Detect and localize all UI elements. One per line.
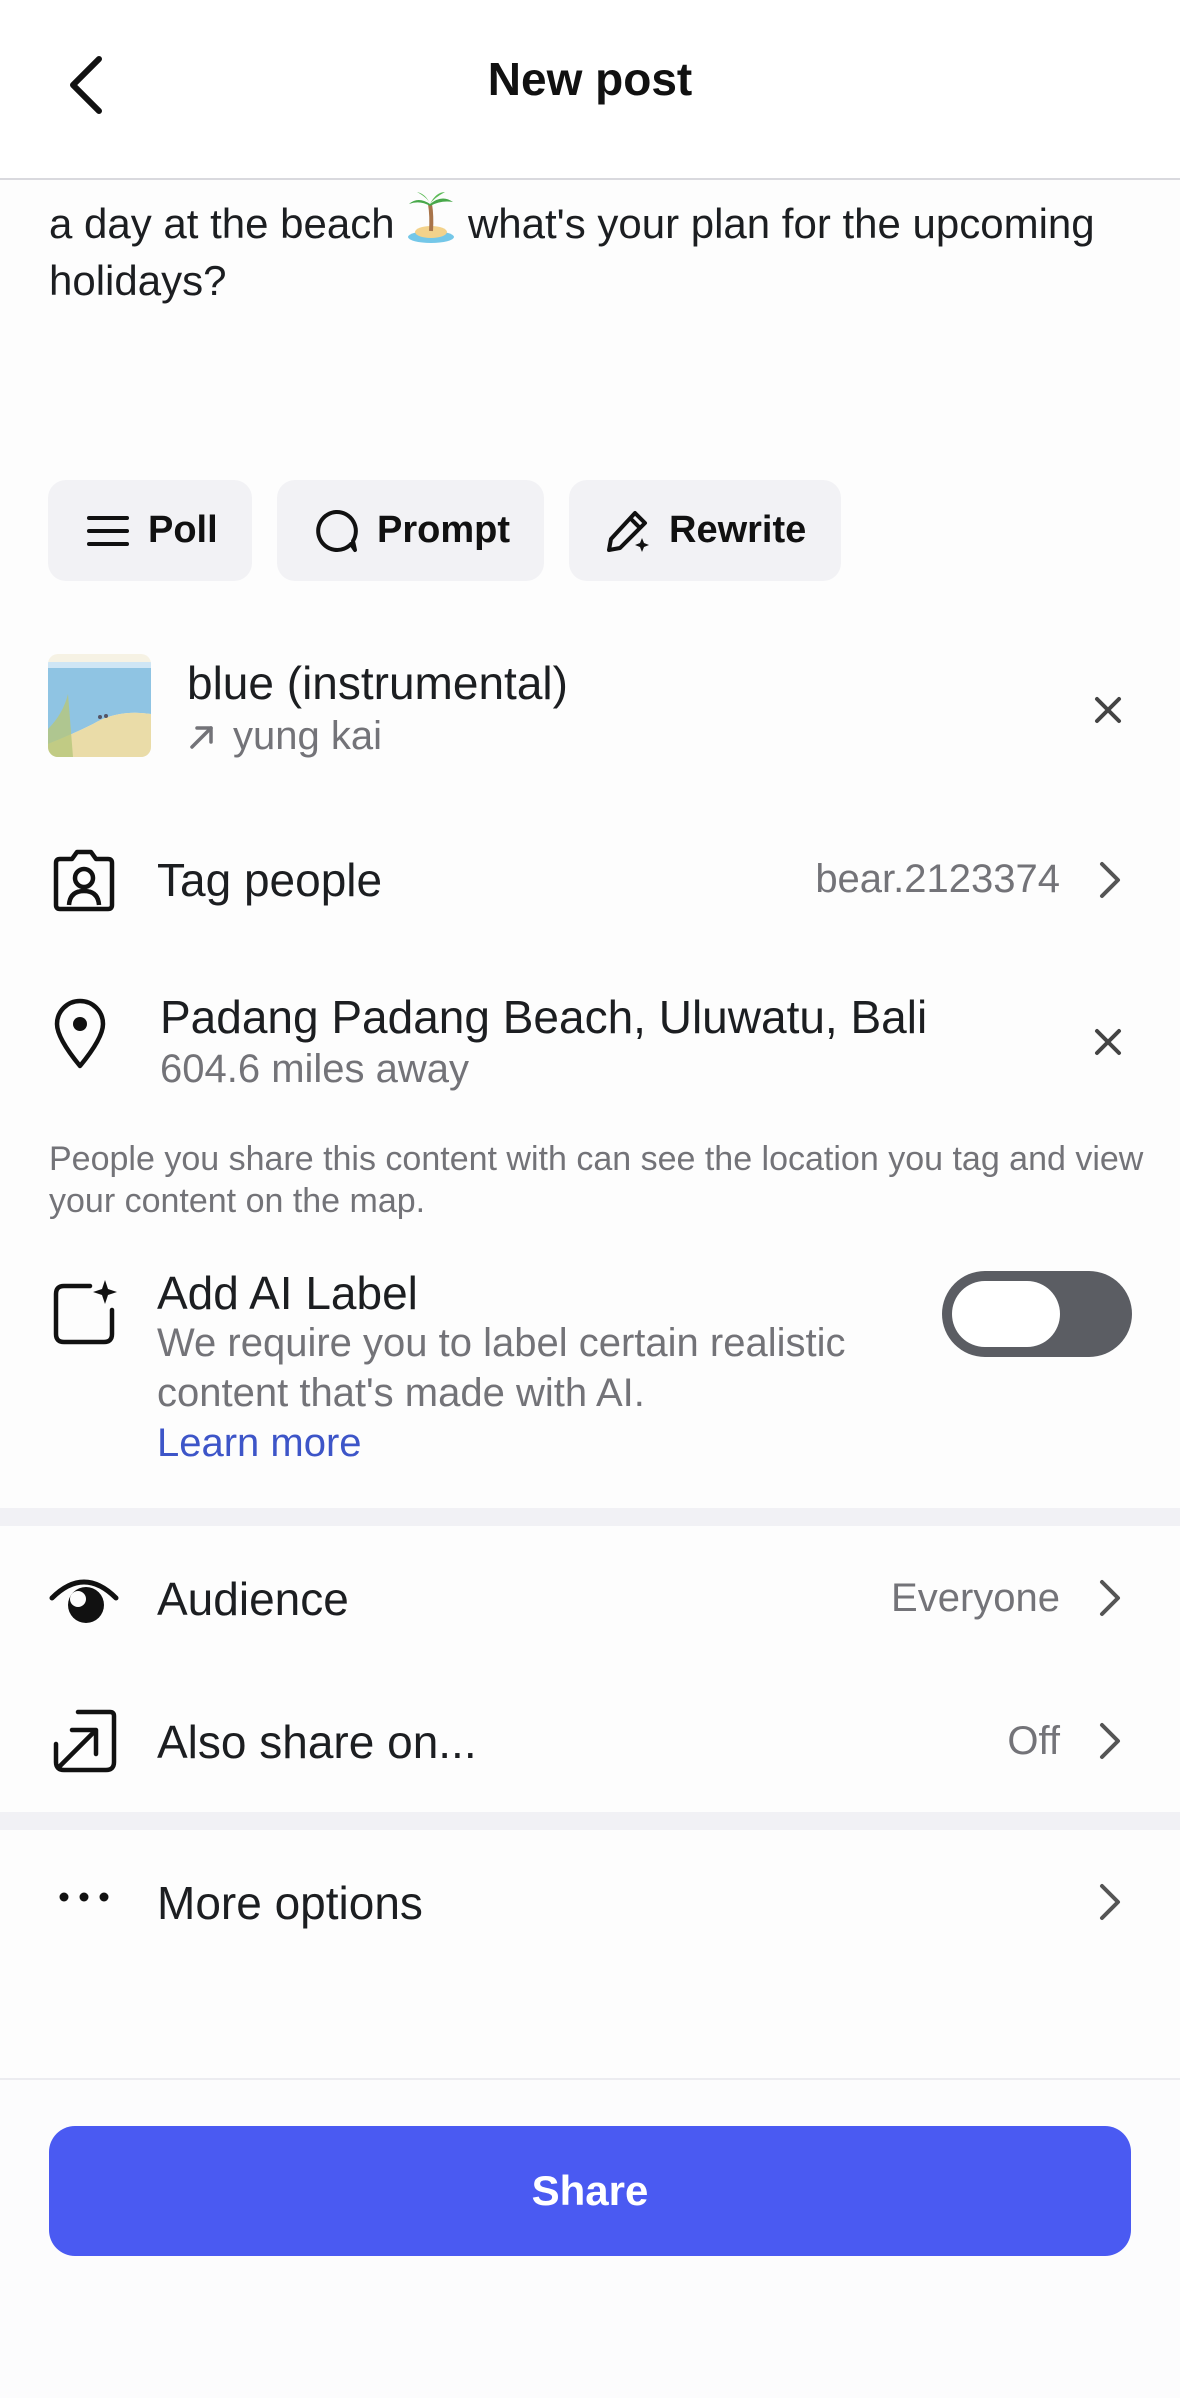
- song-artist-row[interactable]: yung kai: [187, 714, 382, 759]
- poll-label: Poll: [148, 509, 218, 551]
- location-privacy-note: People you share this content with can s…: [49, 1140, 1144, 1220]
- back-button[interactable]: [50, 45, 120, 125]
- also-share-label: Also share on...: [157, 1716, 477, 1768]
- ai-label-title: Add AI Label: [157, 1267, 418, 1319]
- chevron-right-icon: [1090, 1711, 1130, 1771]
- song-artist: yung kai: [233, 714, 382, 758]
- chevron-right-icon: [1090, 1872, 1130, 1932]
- rewrite-label: Rewrite: [669, 509, 807, 551]
- speech-bubble-icon: [316, 509, 358, 552]
- chevron-left-icon: [70, 56, 102, 114]
- tag-people-label: Tag people: [157, 854, 383, 906]
- location-distance: 604.6 miles away: [160, 1047, 470, 1091]
- caption-text-start: a day at the beach: [49, 200, 395, 247]
- tag-people-value: bear.2123374: [815, 857, 1060, 901]
- song-cover-image: [48, 654, 151, 757]
- toggle-knob: [952, 1281, 1060, 1347]
- remove-song-button[interactable]: [1078, 680, 1138, 740]
- palm-island-emoji-icon: [406, 190, 456, 255]
- ai-label-toggle[interactable]: [942, 1271, 1132, 1357]
- pencil-sparkle-icon: [607, 510, 649, 552]
- ai-sparkle-icon: [53, 1280, 117, 1345]
- audience-value: Everyone: [891, 1576, 1060, 1620]
- page-title: New post: [487, 53, 693, 105]
- rewrite-button[interactable]: Rewrite: [569, 480, 841, 581]
- prompt-label: Prompt: [377, 509, 510, 551]
- share-out-icon: [53, 1709, 117, 1773]
- chevron-right-icon: [1090, 850, 1130, 910]
- more-dots-icon: [59, 1892, 109, 1902]
- location-name: Padang Padang Beach, Uluwatu, Bali: [160, 991, 928, 1043]
- also-share-row[interactable]: Also share on... Off: [0, 1669, 1180, 1812]
- eye-icon: [49, 1579, 119, 1623]
- location-row[interactable]: Padang Padang Beach, Uluwatu, Bali 604.6…: [0, 975, 1180, 1115]
- also-share-value: Off: [1007, 1719, 1060, 1763]
- prompt-button[interactable]: Prompt: [277, 480, 544, 581]
- more-options-row[interactable]: More options: [0, 1830, 1180, 1973]
- more-options-label: More options: [157, 1877, 423, 1929]
- section-divider: [0, 1508, 1180, 1526]
- remove-location-button[interactable]: [1078, 1012, 1138, 1072]
- close-icon: [1095, 1029, 1121, 1055]
- close-icon: [1095, 697, 1121, 723]
- audience-label: Audience: [157, 1573, 349, 1625]
- arrow-up-right-icon: [190, 725, 213, 749]
- poll-button[interactable]: Poll: [48, 480, 252, 581]
- share-button[interactable]: Share: [49, 2126, 1131, 2256]
- ai-label-description: We require you to label certain realisti…: [157, 1321, 846, 1415]
- song-title: blue (instrumental): [187, 657, 568, 709]
- section-divider: [0, 1812, 1180, 1830]
- learn-more-link[interactable]: Learn more: [157, 1421, 362, 1465]
- top-bar: New post: [0, 0, 1180, 180]
- tag-people-row[interactable]: Tag people bear.2123374: [0, 820, 1180, 940]
- chevron-right-icon: [1090, 1568, 1130, 1628]
- location-pin-icon: [54, 998, 106, 1069]
- ai-label-description-block: We require you to label certain realisti…: [157, 1318, 917, 1468]
- list-icon: [87, 515, 129, 546]
- tag-person-icon: [53, 849, 115, 912]
- post-caption[interactable]: a day at the beach what's your plan for …: [49, 190, 1129, 306]
- audience-row[interactable]: Audience Everyone: [0, 1526, 1180, 1669]
